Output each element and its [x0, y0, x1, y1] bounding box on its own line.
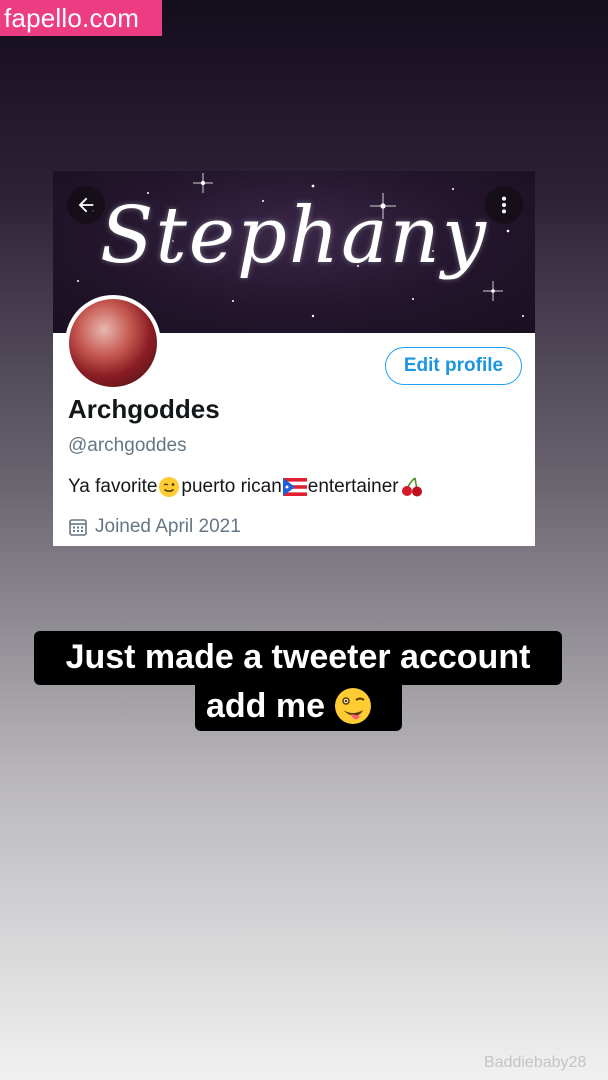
puerto-rico-flag-emoji	[282, 478, 307, 496]
avatar[interactable]	[65, 295, 161, 391]
edit-profile-button[interactable]: Edit profile	[385, 347, 522, 385]
joined-date: Joined April 2021	[68, 516, 241, 538]
more-vertical-icon	[501, 196, 507, 214]
display-name: Archgoddes	[68, 394, 220, 424]
profile-bio: Ya favorite puerto rican entertainer	[68, 476, 425, 498]
user-handle: @archgoddes	[68, 435, 187, 456]
twitter-profile-screenshot: Stephany Edit profile Archgoddes @archgo…	[53, 171, 535, 546]
avatar-photo	[69, 299, 157, 387]
calendar-icon	[69, 519, 87, 536]
bio-text-3: entertainer	[307, 476, 399, 497]
story-caption-line-1: Just made a tweeter account	[34, 631, 562, 685]
bio-text-1: Ya favorite	[68, 476, 158, 497]
story-caption-line-2: add me	[195, 680, 402, 731]
banner-title: Stephany	[100, 191, 488, 281]
joined-text: Joined April 2021	[95, 516, 241, 537]
arrow-left-icon	[78, 197, 94, 213]
cherries-emoji	[401, 477, 422, 497]
user-tag: Baddiebaby28	[484, 1054, 587, 1071]
bio-text-2: puerto rican	[181, 476, 282, 497]
caption-text: add me	[206, 686, 326, 725]
more-options-button[interactable]	[485, 186, 523, 224]
winking-face-emoji	[159, 477, 180, 497]
winking-tongue-face-emoji	[335, 687, 372, 724]
site-watermark: fapello.com	[0, 0, 162, 36]
back-button[interactable]	[67, 186, 105, 224]
